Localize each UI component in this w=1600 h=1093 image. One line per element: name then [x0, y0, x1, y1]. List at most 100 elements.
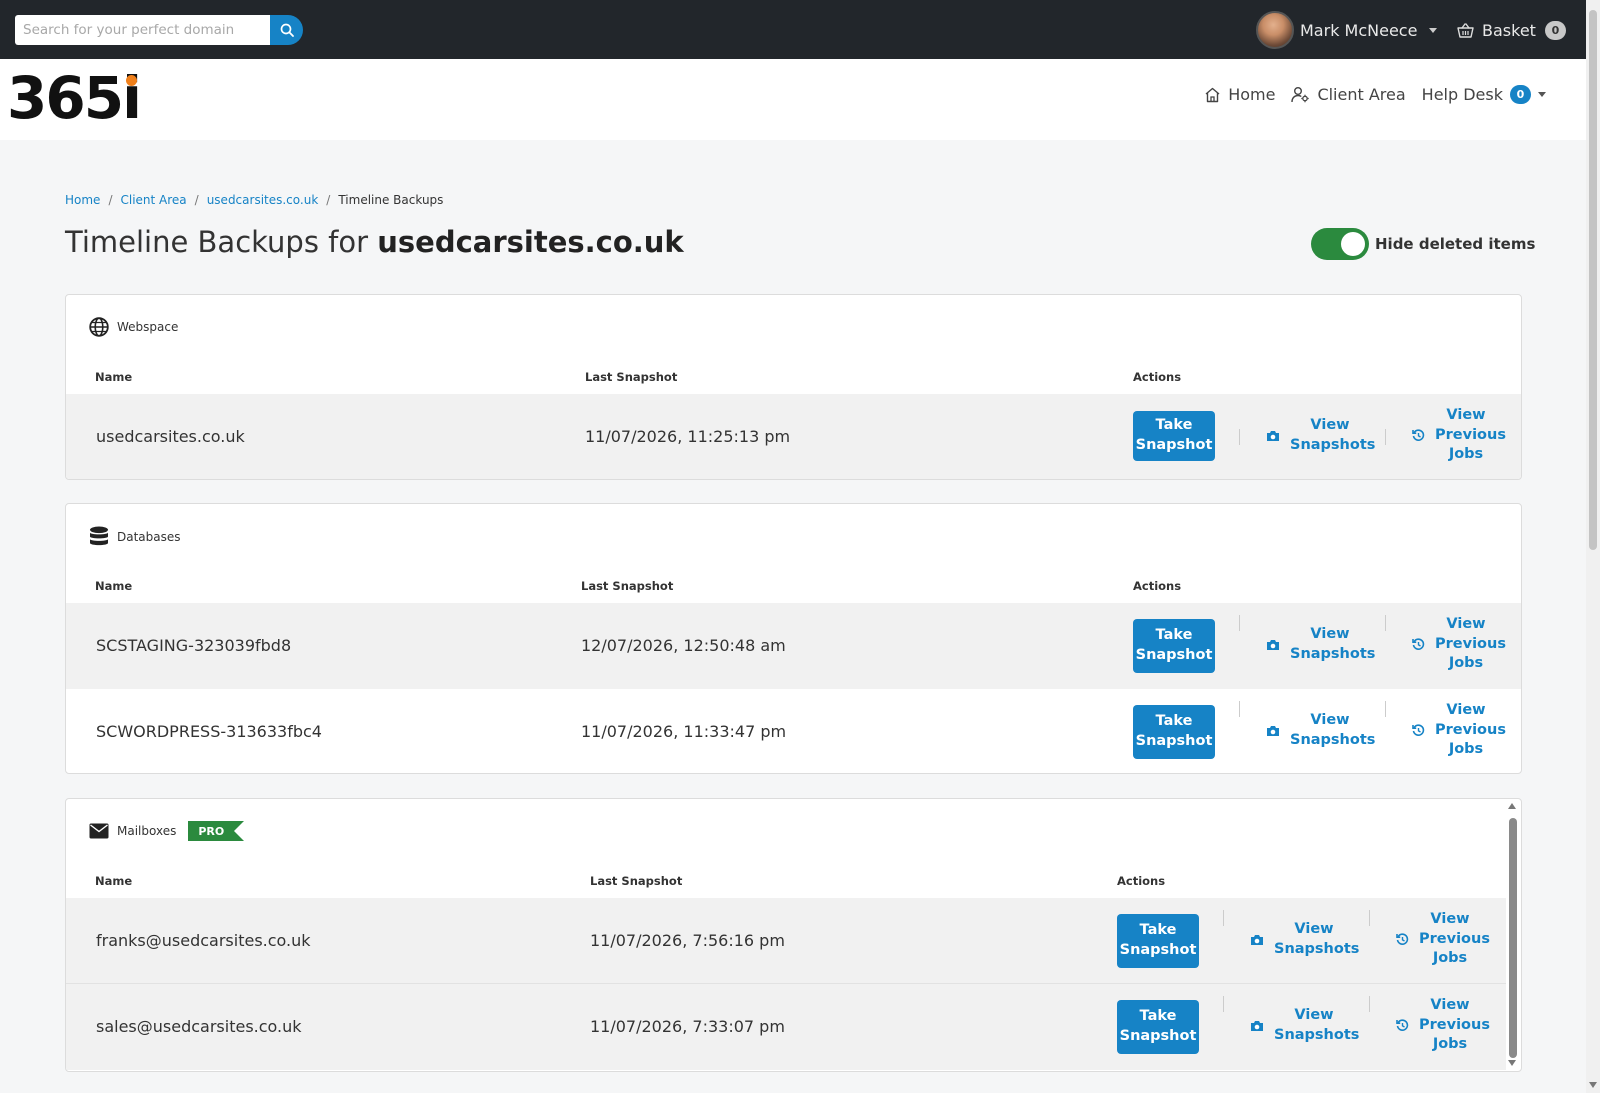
camera-icon — [1251, 934, 1263, 945]
view-snapshots-link[interactable]: View Snapshots — [1250, 1006, 1360, 1045]
history-icon — [1412, 638, 1425, 650]
help-desk-count-badge: 0 — [1510, 85, 1531, 104]
divider — [1369, 996, 1370, 1012]
nav-help-desk[interactable]: Help Desk 0 — [1422, 85, 1546, 104]
view-snapshots-link[interactable]: View Snapshots — [1266, 711, 1376, 750]
breadcrumb-separator: / — [108, 193, 113, 207]
row-name: SCSTAGING-323039fbd8 — [96, 636, 292, 655]
take-snapshot-button[interactable]: Take Snapshot — [1133, 411, 1215, 461]
card-title: Databases — [117, 529, 181, 544]
toggle-knob — [1341, 232, 1365, 256]
toggle-switch[interactable] — [1311, 228, 1369, 260]
camera-icon — [1267, 725, 1279, 736]
top-bar: Mark McNeece Basket 0 — [0, 0, 1600, 59]
basket-icon — [1457, 22, 1474, 38]
camera-icon — [1267, 639, 1279, 650]
view-previous-jobs-link[interactable]: View Previous Jobs — [1412, 701, 1506, 760]
view-previous-jobs-label: View Previous Jobs — [1419, 997, 1490, 1053]
history-icon — [1396, 933, 1409, 945]
chevron-down-icon — [1538, 92, 1546, 97]
search-button[interactable] — [270, 15, 303, 45]
breadcrumb: Home / Client Area / usedcarsites.co.uk … — [65, 193, 443, 207]
database-icon — [90, 526, 108, 546]
view-previous-jobs-label: View Previous Jobs — [1435, 702, 1506, 758]
envelope-icon — [89, 823, 109, 839]
user-name: Mark McNeece — [1300, 20, 1418, 40]
domain-search-input[interactable] — [15, 15, 270, 45]
column-header-actions: Actions — [1133, 579, 1182, 593]
nav-client-area[interactable]: Client Area — [1291, 85, 1406, 104]
view-snapshots-label: View Snapshots — [1290, 712, 1376, 748]
column-header-last-snapshot: Last Snapshot — [581, 579, 674, 593]
domain-search — [15, 15, 303, 45]
view-snapshots-link[interactable]: View Snapshots — [1266, 416, 1375, 455]
history-icon — [1412, 429, 1425, 441]
card-header: Mailboxes PRO — [89, 821, 245, 841]
page-scrollbar-thumb[interactable] — [1589, 10, 1597, 550]
table-row: SCWORDPRESS-313633fbc4 11/07/2026, 11:33… — [66, 689, 1521, 773]
user-menu[interactable]: Mark McNeece — [1256, 10, 1438, 50]
inner-scrollbar-thumb[interactable] — [1509, 818, 1517, 1058]
view-snapshots-link[interactable]: View Snapshots — [1266, 625, 1375, 664]
logo[interactable]: 365i — [7, 69, 142, 127]
main-nav: Home Client Area Help Desk 0 — [1204, 85, 1546, 104]
take-snapshot-button[interactable]: Take Snapshot — [1117, 914, 1199, 968]
page-scrollbar[interactable] — [1586, 0, 1600, 1093]
row-name: sales@usedcarsites.co.uk — [96, 1017, 302, 1036]
webspace-card: Webspace Name Last Snapshot Actions used… — [65, 294, 1522, 480]
view-previous-jobs-link[interactable]: View Previous Jobs — [1396, 910, 1490, 969]
camera-icon — [1251, 1020, 1263, 1031]
table-row: sales@usedcarsites.co.uk 11/07/2026, 7:3… — [66, 984, 1506, 1070]
view-previous-jobs-label: View Previous Jobs — [1419, 911, 1490, 967]
take-snapshot-button[interactable]: Take Snapshot — [1133, 619, 1215, 673]
column-header-last-snapshot: Last Snapshot — [590, 874, 683, 888]
view-previous-jobs-link[interactable]: View Previous Jobs — [1412, 615, 1506, 674]
page-title-domain: usedcarsites.co.uk — [377, 225, 684, 259]
take-snapshot-button[interactable]: Take Snapshot — [1117, 1000, 1199, 1054]
divider — [1385, 615, 1386, 631]
breadcrumb-client-area[interactable]: Client Area — [120, 193, 186, 207]
divider — [1385, 701, 1386, 717]
nav-home[interactable]: Home — [1204, 85, 1275, 104]
divider — [1369, 910, 1370, 926]
search-icon — [280, 23, 294, 37]
inner-scroll-down-arrow[interactable] — [1508, 1060, 1516, 1066]
row-name: usedcarsites.co.uk — [96, 427, 245, 446]
site-header: 365i Home Client Area Help Desk 0 — [0, 59, 1586, 140]
row-last-snapshot: 11/07/2026, 7:33:07 pm — [590, 1017, 785, 1036]
column-header-actions: Actions — [1133, 370, 1182, 384]
page-title-prefix: Timeline Backups for — [65, 225, 369, 259]
user-settings-icon — [1291, 87, 1310, 103]
page-scroll-down-arrow[interactable] — [1589, 1082, 1597, 1088]
camera-icon — [1267, 430, 1279, 441]
view-snapshots-label: View Snapshots — [1274, 1007, 1360, 1043]
breadcrumb-home[interactable]: Home — [65, 193, 100, 207]
basket-count-badge: 0 — [1544, 20, 1566, 40]
basket-button[interactable]: Basket 0 — [1457, 15, 1566, 45]
page-title: Timeline Backups for usedcarsites.co.uk — [65, 225, 684, 259]
view-previous-jobs-label: View Previous Jobs — [1435, 616, 1506, 672]
divider — [1239, 429, 1240, 445]
databases-card: Databases Name Last Snapshot Actions SCS… — [65, 503, 1522, 774]
take-snapshot-button[interactable]: Take Snapshot — [1133, 705, 1215, 759]
view-previous-jobs-link[interactable]: View Previous Jobs — [1412, 406, 1506, 465]
view-snapshots-link[interactable]: View Snapshots — [1250, 920, 1359, 959]
view-previous-jobs-link[interactable]: View Previous Jobs — [1396, 996, 1490, 1055]
row-last-snapshot: 11/07/2026, 11:33:47 pm — [581, 722, 787, 741]
divider — [1223, 910, 1224, 926]
divider — [1239, 615, 1240, 631]
column-header-actions: Actions — [1117, 874, 1166, 888]
home-icon — [1205, 87, 1220, 102]
column-header-name: Name — [95, 370, 133, 384]
hide-deleted-toggle[interactable]: Hide deleted items — [1311, 228, 1535, 260]
breadcrumb-domain[interactable]: usedcarsites.co.uk — [207, 193, 319, 207]
column-header-last-snapshot: Last Snapshot — [585, 370, 678, 384]
pro-badge: PRO — [188, 821, 245, 841]
card-header: Webspace — [89, 317, 178, 337]
divider — [1385, 429, 1386, 445]
inner-scroll-up-arrow[interactable] — [1508, 803, 1516, 809]
divider — [1223, 996, 1224, 1012]
card-header: Databases — [89, 526, 181, 547]
breadcrumb-separator: / — [326, 193, 331, 207]
row-last-snapshot: 11/07/2026, 11:25:13 pm — [585, 427, 791, 446]
